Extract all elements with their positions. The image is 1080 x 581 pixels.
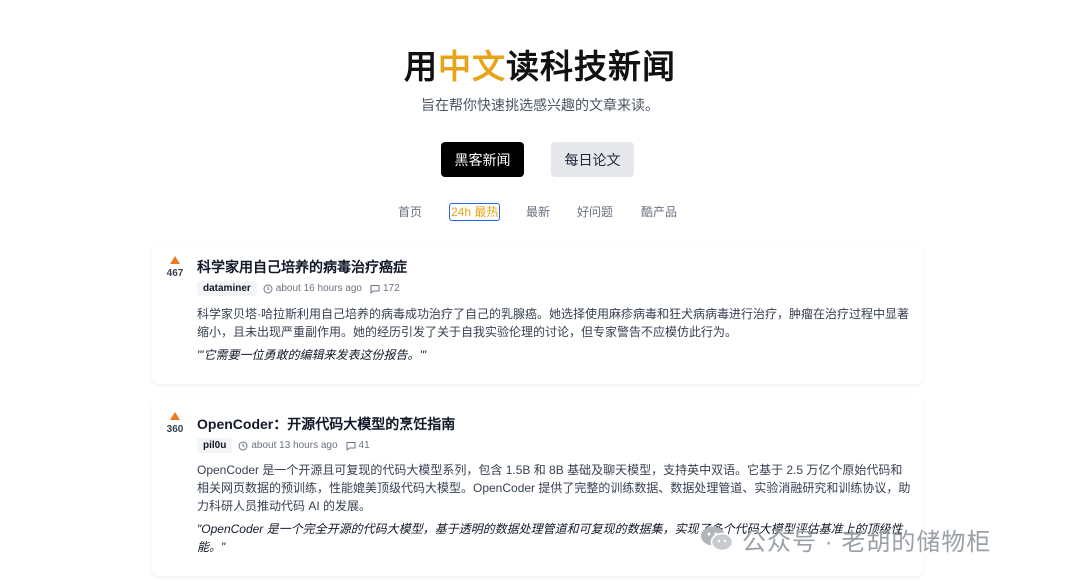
upvote-icon[interactable]	[170, 256, 180, 264]
vote-widget: 467	[162, 256, 188, 279]
nav-link-cool-products[interactable]: 酷产品	[641, 203, 677, 221]
vote-count: 467	[166, 268, 184, 279]
post-card: 467 科学家用自己培养的病毒治疗癌症 dataminer about 16 h…	[152, 244, 923, 384]
watermark-text: 公众号 · 老胡的储物柜	[742, 528, 992, 556]
wechat-icon	[701, 526, 734, 552]
post-time: about 13 hours ago	[251, 440, 338, 451]
comment-count[interactable]: 41	[359, 440, 370, 451]
page-subtitle: 旨在帮你快速挑选感兴趣的文章来读。	[421, 97, 659, 113]
nav-link-newest[interactable]: 最新	[526, 203, 550, 221]
post-time: about 16 hours ago	[275, 283, 362, 294]
author-badge[interactable]: dataminer	[197, 281, 257, 296]
comment-icon	[370, 284, 380, 293]
wechat-watermark: 公众号 · 老胡的储物柜	[700, 521, 1060, 557]
title-accent: 中文	[438, 48, 506, 85]
post-meta: dataminer about 16 hours ago 172	[197, 280, 400, 297]
post-title[interactable]: 科学家用自己培养的病毒治疗癌症	[197, 257, 407, 277]
comment-icon	[346, 441, 356, 450]
daily-papers-button[interactable]: 每日论文	[551, 142, 634, 177]
vote-widget: 360	[162, 412, 188, 435]
vote-count: 360	[166, 424, 184, 435]
nav-link-hot-24h[interactable]: 24h 最热	[449, 203, 501, 221]
clock-icon	[263, 284, 273, 293]
post-summary: 科学家贝塔·哈拉斯利用自己培养的病毒成功治疗了自己的乳腺癌。她选择使用麻疹病毒和…	[197, 307, 910, 339]
title-prefix: 用	[404, 48, 438, 85]
sub-navigation: 首页 24h 最热 最新 好问题 酷产品	[0, 203, 1080, 223]
title-suffix: 读科技新闻	[506, 48, 676, 85]
post-quote: "'它需要一位勇敢的编辑来发表这份报告。'"	[197, 348, 427, 362]
nav-link-home[interactable]: 首页	[398, 203, 422, 221]
post-meta: pil0u about 13 hours ago 41	[197, 437, 370, 454]
comment-count[interactable]: 172	[383, 283, 400, 294]
upvote-icon[interactable]	[170, 412, 180, 420]
post-title[interactable]: OpenCoder：开源代码大模型的烹饪指南	[197, 414, 455, 434]
hacker-news-button[interactable]: 黑客新闻	[441, 142, 524, 177]
author-badge[interactable]: pil0u	[197, 438, 233, 453]
page-title: 用中文读科技新闻	[0, 40, 1080, 88]
nav-link-good-questions[interactable]: 好问题	[577, 203, 613, 221]
post-summary: OpenCoder 是一个开源且可复现的代码大模型系列，包含 1.5B 和 8B…	[197, 463, 911, 513]
clock-icon	[238, 441, 248, 450]
